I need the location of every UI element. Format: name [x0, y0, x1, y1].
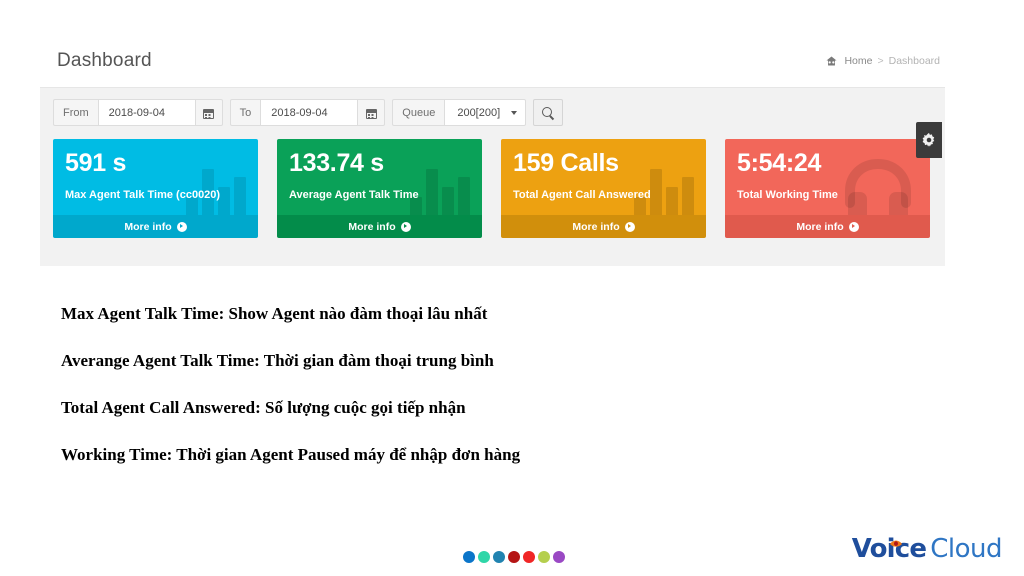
stat-card-label: Total Working Time — [737, 189, 838, 201]
calendar-icon — [365, 107, 377, 119]
settings-tab-button[interactable] — [916, 122, 942, 158]
arrow-right-circle-icon — [848, 221, 859, 232]
breadcrumb-separator: > — [877, 55, 884, 67]
stat-card-value: 5:54:24 — [737, 149, 822, 177]
from-date-group: From 2018-09-04 — [53, 99, 223, 126]
breadcrumb-home[interactable]: Home — [844, 55, 872, 67]
more-info-label: More info — [348, 220, 396, 233]
note-line: Total Agent Call Answered: Số lượng cuộc… — [61, 398, 466, 417]
stat-card-value: 159 Calls — [513, 149, 619, 177]
home-icon — [826, 56, 837, 66]
filter-toolbar: From 2018-09-04 To 2018-09-04 Queue 200[… — [53, 99, 564, 126]
stat-card-total-agent-call-answered[interactable]: 159 Calls Total Agent Call Answered More… — [501, 139, 706, 238]
to-calendar-button[interactable] — [358, 99, 386, 126]
stat-card-body: 159 Calls Total Agent Call Answered — [501, 139, 706, 215]
notes-list: Max Agent Talk Time: Show Agent nào đàm … — [61, 305, 941, 493]
arrow-right-circle-icon — [624, 221, 635, 232]
dashboard-panel: Dashboard Home > Dashboard From 2018-09-… — [40, 38, 945, 266]
more-info-button[interactable]: More info — [725, 215, 930, 238]
stat-card-value: 133.74 s — [289, 149, 384, 177]
more-info-label: More info — [572, 220, 620, 233]
dot-5 — [523, 551, 535, 563]
more-info-label: More info — [796, 220, 844, 233]
dashboard-header: Dashboard Home > Dashboard — [40, 38, 945, 88]
arrow-right-circle-icon — [176, 221, 187, 232]
stat-card-total-working-time[interactable]: 5:54:24 Total Working Time More info — [725, 139, 930, 238]
voice-cloud-logo: Voice Cloud — [852, 534, 1003, 564]
breadcrumb-current: Dashboard — [888, 55, 940, 67]
slide-root: Dashboard Home > Dashboard From 2018-09-… — [0, 0, 1024, 576]
stat-card-body: 5:54:24 Total Working Time — [725, 139, 930, 215]
search-button[interactable] — [533, 99, 564, 126]
stat-card-max-agent-talk-time[interactable]: 591 s Max Agent Talk Time (cc0020) More … — [53, 139, 258, 238]
stat-card-row: 591 s Max Agent Talk Time (cc0020) More … — [53, 139, 932, 238]
dot-4 — [508, 551, 520, 563]
queue-select-value: 200[200] — [457, 106, 501, 119]
queue-label: Queue — [392, 99, 445, 126]
more-info-button[interactable]: More info — [501, 215, 706, 238]
more-info-button[interactable]: More info — [277, 215, 482, 238]
queue-select[interactable]: 200[200] — [444, 99, 527, 126]
stat-card-body: 591 s Max Agent Talk Time (cc0020) — [53, 139, 258, 215]
dot-1 — [463, 551, 475, 563]
stat-card-label: Average Agent Talk Time — [289, 189, 419, 201]
dot-7 — [553, 551, 565, 563]
stat-card-value: 591 s — [65, 149, 127, 177]
from-date-input[interactable]: 2018-09-04 — [97, 99, 196, 126]
gear-icon — [922, 133, 936, 147]
page-title: Dashboard — [57, 50, 152, 71]
stat-card-label: Max Agent Talk Time (cc0020) — [65, 189, 221, 201]
stat-card-body: 133.74 s Average Agent Talk Time — [277, 139, 482, 215]
chevron-down-icon — [511, 110, 518, 115]
queue-group: Queue 200[200] — [392, 99, 527, 126]
note-line: Averange Agent Talk Time: Thời gian đàm … — [61, 351, 494, 370]
logo-voice-text: Voice — [852, 534, 927, 564]
arrow-right-circle-icon — [400, 221, 411, 232]
stat-card-average-agent-talk-time[interactable]: 133.74 s Average Agent Talk Time More in… — [277, 139, 482, 238]
from-label: From — [53, 99, 98, 126]
calendar-icon — [203, 107, 215, 119]
search-icon — [542, 106, 554, 119]
breadcrumb: Home > Dashboard — [826, 55, 940, 67]
flame-eye-icon — [889, 525, 903, 547]
logo-cloud-label: Cloud — [930, 534, 1002, 564]
note-line: Max Agent Talk Time: Show Agent nào đàm … — [61, 304, 488, 323]
dot-2 — [478, 551, 490, 563]
to-date-input[interactable]: 2018-09-04 — [260, 99, 359, 126]
to-label: To — [229, 99, 261, 126]
footer-dot-indicators — [463, 551, 565, 563]
from-calendar-button[interactable] — [195, 99, 223, 126]
stat-card-label: Total Agent Call Answered — [513, 189, 651, 201]
more-info-button[interactable]: More info — [53, 215, 258, 238]
more-info-label: More info — [124, 220, 172, 233]
dot-6 — [538, 551, 550, 563]
to-date-group: To 2018-09-04 — [229, 99, 386, 126]
note-line: Working Time: Thời gian Agent Paused máy… — [61, 445, 521, 464]
dot-3 — [493, 551, 505, 563]
